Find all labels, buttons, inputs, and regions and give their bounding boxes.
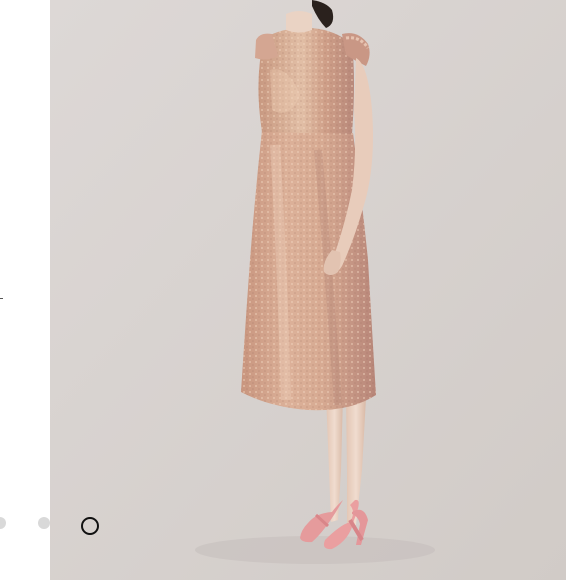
carousel-dot-2[interactable] xyxy=(38,517,50,529)
next-image-peek[interactable] xyxy=(566,0,580,580)
dress-photo-icon xyxy=(50,0,566,580)
carousel-dot-active[interactable] xyxy=(81,517,99,535)
product-image-viewer xyxy=(0,0,580,580)
edge-mark xyxy=(0,298,3,299)
product-photo-panel[interactable] xyxy=(50,0,566,580)
previous-image-peek[interactable] xyxy=(0,0,50,580)
